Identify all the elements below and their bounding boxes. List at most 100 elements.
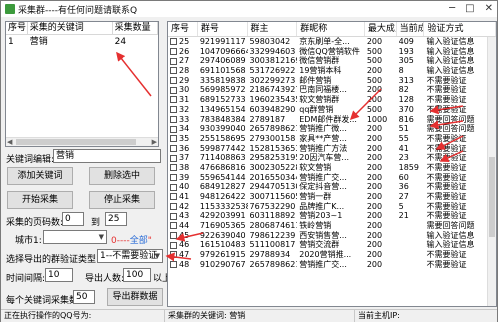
grid-header-max-members[interactable]: 最大成员 — [365, 22, 397, 36]
scroll-thumb[interactable] — [489, 157, 495, 237]
chevron-down-icon[interactable]: ▼ — [99, 231, 104, 243]
grid-cell-index[interactable]: 44 — [168, 221, 198, 231]
table-row[interactable]: 31 689152733 1960235435 软文营销群 200 128 不需要验证 — [168, 95, 496, 105]
table-row[interactable]: 38 476686816 3002305228 软文营销 200 1859 不需要验证 — [168, 163, 496, 173]
grid-cell-index[interactable]: 48 — [168, 260, 198, 270]
table-row[interactable]: 41 948126422 3007115605 营销一群 200 27 不需要验证 — [168, 192, 496, 202]
grid-header-group-number[interactable]: 群号 — [198, 22, 248, 36]
minimize-button[interactable]: ─ — [449, 3, 455, 14]
add-keyword-button[interactable]: 添加关键词 — [7, 167, 73, 185]
page-from-input[interactable]: 0 — [62, 212, 84, 226]
grid-cell-index[interactable]: 26 — [168, 47, 198, 57]
row-checkbox[interactable] — [170, 173, 177, 181]
grid-cell-index[interactable]: 47 — [168, 250, 198, 260]
grid-cell-index[interactable]: 38 — [168, 163, 198, 173]
grid-cell-index[interactable]: 43 — [168, 211, 198, 221]
row-checkbox[interactable] — [170, 86, 177, 94]
grid-cell-index[interactable]: 40 — [168, 182, 198, 192]
table-row[interactable]: 39 559654144 2016550344 营销推广交... 200 60 不需要验证 — [168, 173, 496, 183]
scroll-left-icon[interactable]: ◀ — [7, 138, 12, 146]
row-checkbox[interactable] — [170, 135, 177, 143]
row-checkbox[interactable] — [170, 106, 177, 114]
keyword-row[interactable]: 1 营销 24 — [6, 35, 158, 48]
grid-cell-index[interactable]: 31 — [168, 95, 198, 105]
table-row[interactable]: 48 910290767 2657898621 营销推广交... 200 不需要验证 — [168, 260, 496, 270]
table-row[interactable]: 46 161510483 511100817 营销交流群 200 输入验证信息 — [168, 240, 496, 250]
table-row[interactable]: 28 691101568 531726922 19营销本科 200 8 输入验证信息 — [168, 66, 496, 76]
grid-cell-index[interactable]: 45 — [168, 231, 198, 241]
grid-cell-index[interactable]: 42 — [168, 202, 198, 212]
table-row[interactable]: 47 979261915 29788934 2020营销推... 200 不需要验证 — [168, 250, 496, 260]
grid-cell-index[interactable]: 33 — [168, 115, 198, 125]
chevron-down-icon[interactable]: ▼ — [155, 250, 160, 262]
table-row[interactable]: 43 429203991 603118892 营销203~1 200 21 不需要验证 — [168, 211, 496, 221]
grid-cell-index[interactable]: 39 — [168, 173, 198, 183]
grid-cell-index[interactable]: 25 — [168, 37, 198, 47]
grid-vscrollbar[interactable] — [487, 37, 496, 306]
interval-input[interactable]: 10 — [45, 268, 73, 282]
grid-cell-index[interactable]: 41 — [168, 192, 198, 202]
grid-header-index[interactable]: 序号 — [168, 22, 198, 36]
grid-cell-index[interactable]: 35 — [168, 134, 198, 144]
row-checkbox[interactable] — [170, 154, 177, 162]
scroll-right-icon[interactable]: ▶ — [152, 138, 157, 146]
grid-cell-index[interactable]: 36 — [168, 144, 198, 154]
row-checkbox[interactable] — [170, 57, 177, 65]
table-row[interactable]: 34 930399040 2657898621 营销推广微... 200 51 需要回答问题 — [168, 124, 496, 134]
table-row[interactable]: 32 134965154 603948290 qq群营销 500 370 不需要验证 — [168, 105, 496, 115]
page-to-input[interactable]: 25 — [105, 212, 127, 226]
grid-cell-index[interactable]: 27 — [168, 56, 198, 66]
table-row[interactable]: 35 255158695 279300158 家具**产营... 200 55 不需要验证 — [168, 134, 496, 144]
grid-cell-index[interactable]: 29 — [168, 76, 198, 86]
per-keyword-input[interactable]: 50 — [73, 290, 95, 304]
grid-cell-index[interactable]: 32 — [168, 105, 198, 115]
grid-cell-index[interactable]: 37 — [168, 153, 198, 163]
row-checkbox[interactable] — [170, 241, 177, 249]
city-select[interactable]: ▼ — [43, 230, 107, 244]
table-row[interactable]: 26 1047096664 332994603 微信QQ营销软件 500 193 输入验证信… — [168, 47, 496, 57]
row-checkbox[interactable] — [170, 38, 177, 46]
stop-collect-button[interactable]: 停止采集 — [89, 191, 155, 209]
row-checkbox[interactable] — [170, 251, 177, 259]
row-checkbox[interactable] — [170, 164, 177, 172]
table-row[interactable]: 44 716905365 2806874611 铁岭营销 200 需要回答问题 — [168, 221, 496, 231]
table-row[interactable]: 42 1153332538 767532290 品牌推广K... 200 5 不需要验证 — [168, 202, 496, 212]
row-checkbox[interactable] — [170, 183, 177, 191]
grid-header-group-name[interactable]: 群昵称 — [297, 22, 365, 36]
group-result-grid[interactable]: 序号 群号 群主 群昵称 最大成员 当前成员 验证方式 259219911175… — [167, 21, 497, 307]
grid-header-current-members[interactable]: 当前成员 — [397, 22, 425, 36]
row-checkbox[interactable] — [170, 232, 177, 240]
row-checkbox[interactable] — [170, 67, 177, 75]
grid-header-owner[interactable]: 群主 — [248, 22, 298, 36]
verify-type-select[interactable]: 1--不需要验证 ▼ — [97, 249, 163, 263]
row-checkbox[interactable] — [170, 261, 177, 269]
keyword-edit-input[interactable]: 营销 — [53, 149, 161, 163]
table-row[interactable]: 36 599877442 1528153653 营销推广方法 200 41 不需要验证 — [168, 144, 496, 154]
row-checkbox[interactable] — [170, 48, 177, 56]
maximize-button[interactable]: □ — [465, 3, 474, 14]
table-row[interactable]: 29 335819838 302299273 邮件营销 500 313 不需要验证 — [168, 76, 496, 86]
table-row[interactable]: 37 711408863 2958253195 20因汽车营... 200 23 不需要验证 — [168, 153, 496, 163]
row-checkbox[interactable] — [170, 96, 177, 104]
row-checkbox[interactable] — [170, 115, 177, 123]
close-button[interactable]: ✕ — [485, 3, 493, 14]
grid-cell-index[interactable]: 34 — [168, 124, 198, 134]
export-group-data-button[interactable]: 导出群数据 — [107, 288, 163, 306]
header-keyword[interactable]: 采集的关键词 — [27, 22, 113, 35]
table-row[interactable]: 45 922639040 798612239 西安销售营... 200 输入验证信息 — [168, 231, 496, 241]
grid-cell-index[interactable]: 30 — [168, 85, 198, 95]
row-checkbox[interactable] — [170, 77, 177, 85]
header-count[interactable]: 采集数量 — [112, 22, 158, 35]
row-checkbox[interactable] — [170, 193, 177, 201]
table-row[interactable]: 40 684912827 2944705130 保定抖音营... 200 36 不需要验证 — [168, 182, 496, 192]
row-checkbox[interactable] — [170, 144, 177, 152]
table-row[interactable]: 30 569985972 2186743927 巴南同福楼... 200 82 不需要验证 — [168, 85, 496, 95]
start-collect-button[interactable]: 开始采集 — [7, 191, 73, 209]
keyword-table[interactable]: 序号 采集的关键词 采集数量 1 营销 24 ◀ ▶ — [5, 21, 159, 147]
table-row[interactable]: 27 297406089 3003812169 微信营销群 500 305 输入验证信息 — [168, 56, 496, 66]
table-row[interactable]: 33 783848384 2789187 EDM邮件群发... 1000 816 需要回答问… — [168, 115, 496, 125]
row-checkbox[interactable] — [170, 212, 177, 220]
grid-cell-index[interactable]: 28 — [168, 66, 198, 76]
delete-keyword-button[interactable]: 删除选中 — [89, 167, 155, 185]
scroll-thumb[interactable] — [16, 139, 136, 145]
